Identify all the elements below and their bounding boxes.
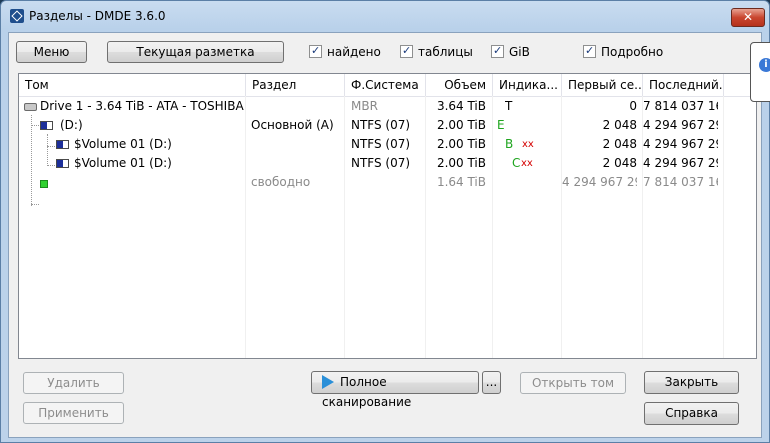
row-volume: $Volume 01 (D:) — [74, 137, 172, 151]
row-first-sector: 0 — [629, 99, 637, 113]
row-partition: свободно — [251, 175, 311, 189]
help-button[interactable]: Справка — [644, 402, 739, 425]
table-row[interactable]: (D:) Основной (A) NTFS (07) 2.00 TiB E 2… — [19, 116, 756, 135]
current-layout-button[interactable]: Текущая разметка — [107, 41, 284, 63]
delete-button[interactable]: Удалить — [23, 372, 124, 394]
row-size: 2.00 TiB — [436, 156, 486, 170]
volume-icon — [56, 159, 69, 168]
checkbox-tables[interactable]: таблицы — [400, 43, 473, 60]
row-size: 3.64 TiB — [436, 99, 486, 113]
partition-icon — [40, 121, 53, 130]
title-bar[interactable]: Разделы - DMDE 3.6.0 ✕ — [1, 1, 769, 31]
row-first-sector: 2 048 — [602, 137, 637, 151]
table-row[interactable]: свободно 1.64 TiB 4 294 967 296 7 814 03… — [19, 173, 756, 192]
row-last-sector: 7 814 037 167 — [643, 99, 718, 113]
row-size: 2.00 TiB — [436, 137, 486, 151]
checkbox-tables-box[interactable] — [400, 43, 413, 59]
column-header-volume[interactable]: Том — [19, 74, 246, 96]
row-indicator: E — [497, 118, 505, 132]
row-last-sector: 4 294 967 295 — [643, 118, 718, 132]
apply-button[interactable]: Применить — [23, 402, 124, 424]
close-window-button[interactable]: ✕ — [731, 8, 765, 27]
dialog-window: Разделы - DMDE 3.6.0 ✕ Меню Текущая разм… — [0, 0, 770, 443]
row-last-sector: 7 814 037 167 — [643, 175, 718, 189]
dmde-app-icon — [10, 9, 24, 23]
row-indicator-error: xx — [522, 139, 534, 150]
row-volume: (D:) — [60, 118, 83, 132]
checkbox-detailed-box[interactable] — [583, 43, 596, 59]
scan-options-button[interactable]: ... — [482, 371, 501, 394]
row-first-sector: 2 048 — [602, 156, 637, 170]
partitions-list[interactable]: Том Раздел Ф.Система Объем Индика... Пер… — [18, 73, 757, 359]
row-filesystem: NTFS (07) — [351, 156, 411, 170]
row-first-sector: 4 294 967 296 — [562, 175, 637, 189]
row-volume: Drive 1 - 3.64 TiB - ATA - TOSHIBA ... — [40, 99, 245, 113]
list-header: Том Раздел Ф.Система Объем Индика... Пер… — [19, 74, 756, 97]
window-title: Разделы - DMDE 3.6.0 — [29, 9, 166, 23]
column-header-last-sector[interactable]: Последний... — [643, 74, 724, 96]
row-last-sector: 4 294 967 295 — [643, 156, 718, 170]
checkbox-gib[interactable]: GiB — [491, 43, 530, 60]
column-header-filesystem[interactable]: Ф.Система — [345, 74, 426, 96]
full-scan-button[interactable]: Полное сканирование — [311, 371, 479, 409]
table-row[interactable]: $Volume 01 (D:) NTFS (07) 2.00 TiB C xx … — [19, 154, 756, 173]
column-header-first-sector[interactable]: Первый се... — [562, 74, 643, 96]
row-first-sector: 2 048 — [602, 118, 637, 132]
open-volume-button[interactable]: Открыть том — [520, 372, 626, 394]
checkbox-gib-label: GiB — [509, 45, 530, 59]
table-row[interactable]: Drive 1 - 3.64 TiB - ATA - TOSHIBA ... M… — [19, 97, 756, 116]
row-indicator: T — [505, 99, 513, 113]
checkbox-detailed-label: Подробно — [601, 45, 664, 59]
volume-icon — [56, 140, 69, 149]
checkbox-found[interactable]: найдено — [309, 43, 381, 60]
info-icon: i — [759, 58, 770, 72]
hard-drive-icon — [24, 103, 37, 111]
row-indicator: B — [505, 137, 514, 151]
row-partition — [251, 97, 343, 116]
dialog-client-area: Меню Текущая разметка найдено таблицы Gi… — [8, 32, 762, 438]
free-space-icon — [40, 180, 48, 188]
column-header-indicators[interactable]: Индика... — [493, 74, 562, 96]
checkbox-detailed[interactable]: Подробно — [583, 43, 664, 60]
row-size: 2.00 TiB — [436, 118, 486, 132]
checkbox-found-box[interactable] — [309, 43, 322, 59]
menu-button[interactable]: Меню — [16, 41, 87, 63]
column-header-size[interactable]: Объем — [426, 74, 493, 96]
checkbox-tables-label: таблицы — [418, 45, 473, 59]
column-header-partition[interactable]: Раздел — [246, 74, 345, 96]
table-row[interactable]: $Volume 01 (D:) NTFS (07) 2.00 TiB B xx … — [19, 135, 756, 154]
row-size: 1.64 TiB — [436, 175, 486, 189]
row-filesystem: NTFS (07) — [351, 118, 411, 132]
row-filesystem: NTFS (07) — [351, 137, 411, 151]
close-button[interactable]: Закрыть — [644, 371, 739, 394]
play-icon — [322, 375, 334, 389]
row-last-sector: 4 294 967 295 — [643, 137, 718, 151]
row-partition: Основной (A) — [251, 118, 334, 132]
row-indicator-error: xx — [521, 158, 533, 169]
info-tooltip: i — [750, 42, 770, 102]
checkbox-found-label: найдено — [327, 45, 381, 59]
row-volume: $Volume 01 (D:) — [74, 156, 172, 170]
checkbox-gib-box[interactable] — [491, 43, 504, 59]
row-filesystem: MBR — [351, 99, 378, 113]
full-scan-label: Полное сканирование — [322, 375, 412, 409]
